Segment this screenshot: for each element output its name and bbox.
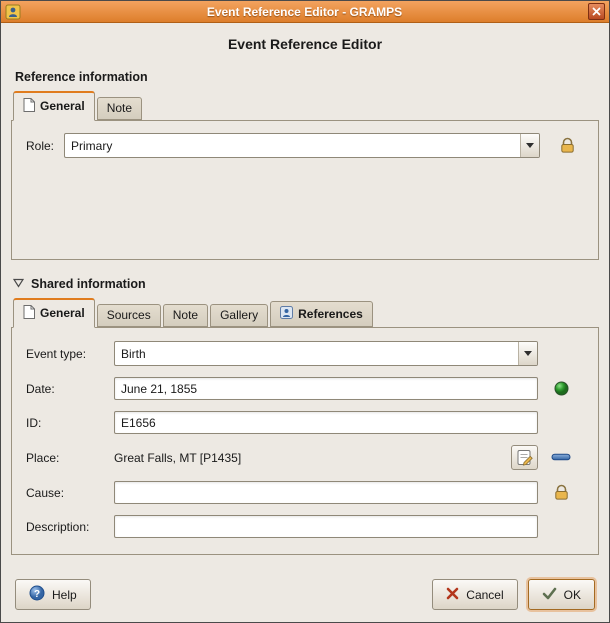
tab-label: References: [298, 308, 363, 320]
close-icon[interactable]: [588, 3, 605, 20]
dropdown-arrow-icon[interactable]: [518, 342, 537, 365]
privacy-lock-icon[interactable]: [538, 483, 584, 502]
ok-label: OK: [564, 588, 581, 602]
role-value: Primary: [65, 139, 520, 153]
description-row: Description:: [26, 515, 584, 538]
tab-general-shared[interactable]: General: [13, 298, 95, 328]
place-row: Place: Great Falls, MT [P1435]: [26, 445, 584, 470]
role-row: Role: Primary: [26, 133, 584, 158]
dialog-button-row: ? Help Cancel OK: [15, 579, 595, 610]
id-input[interactable]: [114, 411, 538, 434]
tab-sources[interactable]: Sources: [97, 304, 161, 327]
cancel-label: Cancel: [466, 588, 503, 602]
tab-note-reference[interactable]: Note: [97, 97, 142, 120]
help-button[interactable]: ? Help: [15, 579, 91, 610]
date-input[interactable]: [114, 377, 538, 400]
event-type-label: Event type:: [26, 347, 114, 361]
tab-note-shared[interactable]: Note: [163, 304, 208, 327]
description-label: Description:: [26, 520, 114, 534]
document-icon: [23, 305, 35, 321]
ok-button[interactable]: OK: [528, 579, 595, 610]
tab-gallery[interactable]: Gallery: [210, 304, 268, 327]
event-type-row: Event type: Birth: [26, 341, 584, 366]
dialog-heading: Event Reference Editor: [1, 36, 609, 52]
cause-label: Cause:: [26, 486, 114, 500]
place-remove-icon[interactable]: [538, 453, 584, 462]
shared-tab-strip: General Sources Note Gallery References: [11, 298, 599, 327]
event-type-value: Birth: [115, 347, 518, 361]
reference-information-label: Reference information: [15, 70, 609, 84]
dropdown-arrow-icon[interactable]: [520, 134, 539, 157]
date-label: Date:: [26, 382, 114, 396]
date-row: Date:: [26, 377, 584, 400]
help-label: Help: [52, 588, 77, 602]
id-row: ID:: [26, 411, 584, 434]
tab-general-reference[interactable]: General: [13, 91, 95, 121]
role-label: Role:: [26, 139, 54, 153]
privacy-lock-icon[interactable]: [552, 136, 582, 155]
event-reference-editor-window: Event Reference Editor - GRAMPS Event Re…: [0, 0, 610, 623]
place-label: Place:: [26, 451, 114, 465]
ok-check-icon: [542, 587, 557, 603]
place-value: Great Falls, MT [P1435]: [114, 451, 241, 465]
tab-references[interactable]: References: [270, 301, 373, 327]
tab-label: Note: [107, 102, 132, 114]
cause-input[interactable]: [114, 481, 538, 504]
cancel-button[interactable]: Cancel: [432, 579, 517, 610]
gramps-window-icon[interactable]: [5, 4, 21, 20]
date-validity-led-icon[interactable]: [538, 381, 584, 396]
place-edit-button[interactable]: [511, 445, 538, 470]
description-input[interactable]: [114, 515, 538, 538]
expander-triangle-icon[interactable]: [13, 277, 24, 291]
shared-information-label: Shared information: [31, 277, 146, 291]
shared-notebook: General Sources Note Gallery References …: [11, 298, 599, 555]
tab-label: General: [40, 307, 85, 319]
edit-pencil-icon: [515, 448, 535, 468]
titlebar: Event Reference Editor - GRAMPS: [1, 1, 609, 23]
cause-row: Cause:: [26, 481, 584, 504]
cancel-x-icon: [446, 587, 459, 603]
tab-label: General: [40, 100, 85, 112]
reference-tab-strip: General Note: [11, 91, 599, 120]
role-combobox[interactable]: Primary: [64, 133, 540, 158]
tab-label: Gallery: [220, 309, 258, 321]
help-icon: ?: [29, 585, 45, 604]
tab-label: Sources: [107, 309, 151, 321]
reference-notebook: General Note Role: Primary: [11, 91, 599, 260]
reference-tab-content: Role: Primary: [11, 120, 599, 260]
shared-information-expander[interactable]: Shared information: [13, 277, 609, 291]
event-type-combobox[interactable]: Birth: [114, 341, 538, 366]
document-icon: [23, 98, 35, 114]
tab-label: Note: [173, 309, 198, 321]
references-icon: [280, 306, 293, 321]
svg-text:?: ?: [34, 589, 40, 600]
window-title: Event Reference Editor - GRAMPS: [25, 5, 584, 19]
id-label: ID:: [26, 416, 114, 430]
shared-tab-content: Event type: Birth Date: ID:: [11, 327, 599, 555]
